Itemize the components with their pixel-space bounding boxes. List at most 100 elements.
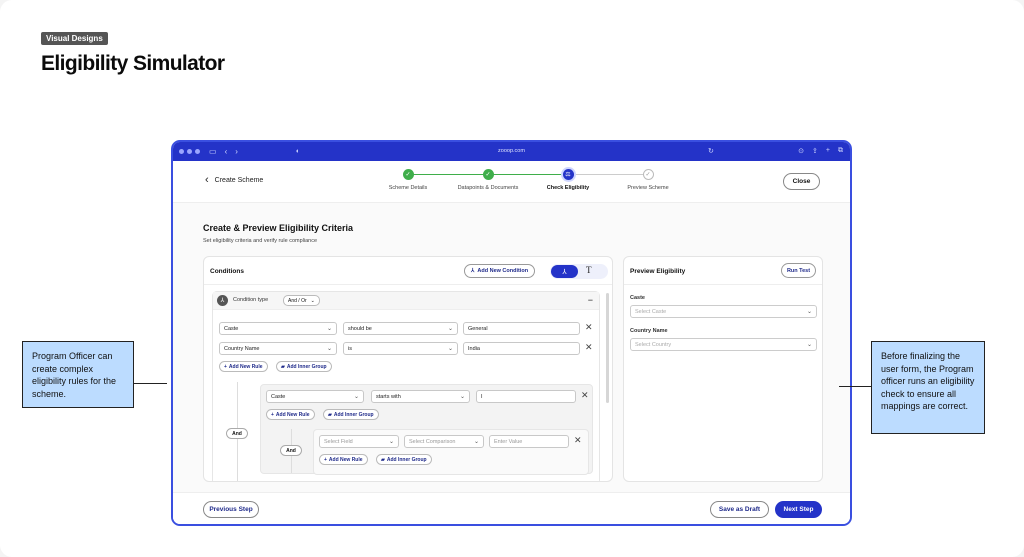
caste-select[interactable]: Select Caste ⌄ [630, 305, 817, 318]
chevron-down-icon: ⌄ [326, 326, 332, 332]
check-icon: ✓ [642, 169, 654, 180]
section-title: Create & Preview Eligibility Criteria [203, 223, 354, 233]
annotation-connector [134, 383, 167, 384]
rule-value-input[interactable]: India [463, 342, 580, 355]
new-tab-icon[interactable]: + [826, 147, 830, 155]
tree-view-icon[interactable]: ⅄ [551, 265, 578, 278]
collapse-icon[interactable]: − [588, 295, 593, 305]
rule-field-select[interactable]: Caste ⌄ [266, 390, 364, 403]
hierarchy-icon: ⅄ [217, 295, 228, 306]
main-content: Create & Preview Eligibility Criteria Se… [173, 203, 850, 492]
add-inner-group-button[interactable]: ▰ Add Inner Group [323, 409, 379, 420]
add-rule-button[interactable]: + Add New Rule [219, 361, 268, 372]
chevron-left-icon: ‹ [205, 174, 209, 186]
add-rule-button[interactable]: + Add New Rule [319, 454, 368, 465]
add-condition-button[interactable]: ⅄ Add New Condition [464, 264, 536, 278]
chevron-down-icon: ⌄ [326, 346, 332, 352]
remove-rule-icon[interactable]: ✕ [581, 390, 589, 401]
add-inner-group-button[interactable]: ▰ Add Inner Group [276, 361, 332, 372]
step-preview-scheme[interactable]: ✓ Preview Scheme [608, 169, 688, 191]
rule-value-input[interactable]: General [463, 322, 580, 335]
condition-group: ⅄ Condition type And / Or ⌄ − Caste ⌄ sho… [212, 291, 600, 481]
tabs-overview-icon[interactable]: ⧉ [838, 147, 843, 155]
eligibility-icon: ⚖ [562, 169, 574, 180]
and-operator[interactable]: And [226, 428, 248, 439]
category-tag: Visual Designs [41, 32, 108, 45]
section-subtitle: Set eligibility criteria and verify rule… [203, 238, 318, 244]
plus-icon: + [224, 363, 227, 370]
folder-icon: ▰ [281, 363, 285, 370]
folder-icon: ▰ [328, 411, 332, 418]
scrollbar[interactable] [606, 293, 609, 403]
condition-group-header: ⅄ Condition type And / Or ⌄ − [213, 292, 599, 310]
condition-type-label: Condition type [233, 297, 269, 303]
step-check-eligibility[interactable]: ⚖ Check Eligibility [528, 169, 608, 191]
condition-type-select[interactable]: And / Or ⌄ [283, 295, 320, 306]
save-draft-button[interactable]: Save as Draft [710, 501, 769, 518]
rule-value-input[interactable]: Enter Value [489, 435, 569, 448]
back-label: Create Scheme [214, 177, 264, 184]
browser-window: ▭ ‹ › ◐ zooop.com ↻ ⊙ ⇪ + ⧉ ‹ Create Sch… [171, 140, 852, 526]
add-inner-group-button[interactable]: ▰ Add Inner Group [376, 454, 432, 465]
check-icon: ✓ [482, 169, 494, 180]
plus-icon: + [271, 411, 274, 418]
chevron-down-icon: ⌄ [806, 309, 812, 315]
remove-rule-icon[interactable]: ✕ [585, 342, 593, 353]
rule-comparison-select[interactable]: is ⌄ [343, 342, 458, 355]
address-bar[interactable]: zooop.com [173, 148, 850, 154]
previous-step-button[interactable]: Previous Step [203, 501, 259, 518]
add-rule-button[interactable]: + Add New Rule [266, 409, 315, 420]
plus-icon: + [324, 456, 327, 463]
chevron-down-icon: ⌄ [353, 394, 359, 400]
text-view-icon[interactable]: T [586, 265, 592, 275]
chevron-down-icon: ⌄ [806, 342, 812, 348]
check-icon: ✓ [402, 169, 414, 180]
conditions-panel: Conditions ⅄ Add New Condition ⅄ T ⅄ Con… [203, 256, 613, 482]
preview-panel: Preview Eligibility Run Test Caste Selec… [623, 256, 823, 482]
conditions-title: Conditions [210, 268, 244, 275]
stepper-header: ‹ Create Scheme ✓ Scheme Details ✓ Datap… [173, 161, 850, 203]
and-operator[interactable]: And [280, 445, 302, 456]
caste-label: Caste [630, 295, 645, 301]
page-title: Eligibility Simulator [41, 52, 225, 75]
annotation-right: Before finalizing the user form, the Pro… [871, 341, 985, 434]
presentation-canvas: Visual Designs Eligibility Simulator ▭ ‹… [0, 0, 1024, 557]
folder-icon: ▰ [381, 456, 385, 463]
rule-value-input[interactable]: I [476, 390, 576, 403]
chevron-down-icon: ⌄ [310, 297, 315, 304]
download-icon[interactable]: ⊙ [798, 147, 804, 155]
rule-comparison-select[interactable]: Select Comparison ⌄ [404, 435, 484, 448]
rule-comparison-select[interactable]: should be ⌄ [343, 322, 458, 335]
step-datapoints-documents[interactable]: ✓ Datapoints & Documents [448, 169, 528, 191]
next-step-button[interactable]: Next Step [775, 501, 822, 518]
country-select[interactable]: Select Country ⌄ [630, 338, 817, 351]
rule-field-select[interactable]: Select Field ⌄ [319, 435, 399, 448]
remove-rule-icon[interactable]: ✕ [574, 435, 582, 446]
preview-title: Preview Eligibility [630, 268, 686, 275]
browser-toolbar: ▭ ‹ › ◐ zooop.com ↻ ⊙ ⇪ + ⧉ [173, 142, 850, 161]
rule-comparison-select[interactable]: starts with ⌄ [371, 390, 470, 403]
step-scheme-details[interactable]: ✓ Scheme Details [368, 169, 448, 191]
rule-field-select[interactable]: Country Name ⌄ [219, 342, 337, 355]
hierarchy-icon: ⅄ [471, 268, 475, 274]
preview-header: Preview Eligibility Run Test [624, 257, 822, 285]
share-icon[interactable]: ⇪ [812, 147, 818, 155]
chevron-down-icon: ⌄ [447, 346, 453, 352]
footer-bar: Previous Step Save as Draft Next Step [173, 492, 850, 524]
rule-field-select[interactable]: Caste ⌄ [219, 322, 337, 335]
reload-icon[interactable]: ↻ [708, 147, 714, 155]
nested-group: Caste⌄ starts with⌄ I ✕ +Add New Rule [260, 384, 593, 475]
annotation-left: Program Officer can create complex eligi… [22, 341, 134, 408]
view-toggle[interactable]: ⅄ T [550, 264, 608, 279]
chevron-down-icon: ⌄ [473, 439, 479, 445]
back-button[interactable]: ‹ Create Scheme [205, 174, 264, 186]
chevron-down-icon: ⌄ [388, 439, 394, 445]
remove-rule-icon[interactable]: ✕ [585, 322, 593, 333]
chevron-down-icon: ⌄ [447, 326, 453, 332]
inner-nested-group: Select Field ⌄ Select Comparison ⌄ Enter V… [313, 429, 589, 475]
chevron-down-icon: ⌄ [459, 394, 465, 400]
conditions-header: Conditions ⅄ Add New Condition ⅄ T [204, 257, 612, 285]
run-test-button[interactable]: Run Test [781, 263, 816, 278]
close-button[interactable]: Close [783, 173, 820, 190]
annotation-connector [839, 386, 871, 387]
